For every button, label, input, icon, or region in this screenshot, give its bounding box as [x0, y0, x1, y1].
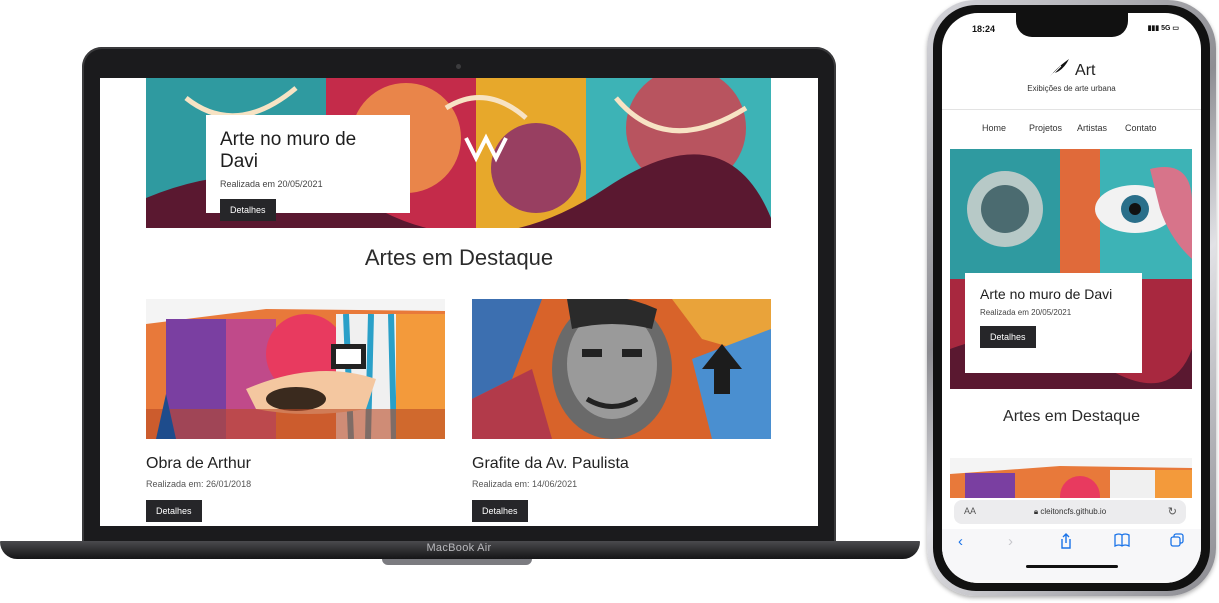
brand-title: Art — [1075, 62, 1096, 79]
phone-hero-banner: Arte no muro de Davi Realizada em 20/05/… — [950, 149, 1192, 389]
reload-icon[interactable]: ↻ — [1168, 505, 1177, 518]
card-title: Grafite da Av. Paulista — [472, 455, 629, 472]
status-time: 18:24 — [972, 24, 996, 34]
battery-icon: ▭ — [1172, 25, 1179, 32]
browser-toolbar: ‹ › — [942, 529, 1201, 583]
home-indicator — [1026, 565, 1118, 568]
bookmarks-icon[interactable] — [1114, 533, 1130, 551]
back-icon[interactable]: ‹ — [958, 533, 963, 550]
phone-card-image[interactable] — [950, 458, 1192, 498]
site-brand[interactable]: Art Exibições de arte urbana — [942, 57, 1201, 93]
card-image-arthur[interactable] — [146, 299, 445, 439]
share-icon[interactable] — [1059, 533, 1073, 553]
nav-contato[interactable]: Contato — [1125, 123, 1157, 133]
card-image-paulista[interactable] — [472, 299, 771, 439]
hero-banner: Arte no muro de Davi Realizada em 20/05/… — [146, 78, 771, 228]
camera-icon — [456, 64, 461, 69]
nav-artistas[interactable]: Artistas — [1077, 123, 1107, 133]
phone-hero-title: Arte no muro de Davi — [980, 286, 1113, 302]
card-title: Obra de Arthur — [146, 455, 251, 472]
divider — [942, 109, 1201, 110]
lock-icon: 🔒︎ — [1033, 507, 1039, 516]
feather-icon — [1047, 59, 1075, 79]
phone-hero-card: Arte no muro de Davi Realizada em 20/05/… — [965, 273, 1142, 373]
phone-hero-details-button[interactable]: Detalhes — [980, 326, 1036, 348]
signal-icon: ▮▮▮ — [1147, 25, 1160, 32]
card-date: Realizada em: 26/01/2018 — [146, 479, 252, 489]
url-text: cleitoncfs.github.io — [1040, 507, 1107, 516]
card-details-button[interactable]: Detalhes — [146, 500, 202, 522]
forward-icon[interactable]: › — [1008, 533, 1013, 550]
hero-title: Arte no muro de Davi — [220, 129, 357, 172]
card-details-button[interactable]: Detalhes — [472, 500, 528, 522]
brand-subtitle: Exibições de arte urbana — [1027, 84, 1116, 93]
network-type: 5G — [1161, 25, 1171, 32]
hero-details-button[interactable]: Detalhes — [220, 199, 276, 221]
nav-projetos[interactable]: Projetos — [1029, 123, 1062, 133]
laptop-hinge-notch — [382, 559, 532, 565]
tabs-icon[interactable] — [1170, 533, 1184, 551]
browser-url-bar[interactable]: AA 🔒︎ cleitoncfs.github.io ↻ — [954, 500, 1186, 524]
card-date: Realizada em: 14/06/2021 — [472, 479, 578, 489]
phone-screen: 18:24 ▮▮▮ 5G ▭ Art Exibições de arte urb… — [942, 13, 1201, 583]
phone-hero-date: Realizada em 20/05/2021 — [980, 308, 1072, 317]
laptop-screen: Arte no muro de Davi Realizada em 20/05/… — [100, 78, 818, 526]
nav-home[interactable]: Home — [982, 123, 1006, 133]
hero-card: Arte no muro de Davi Realizada em 20/05/… — [206, 115, 410, 221]
laptop-brand-label: MacBook Air — [426, 542, 492, 554]
status-indicators: ▮▮▮ 5G ▭ — [1148, 24, 1179, 32]
section-title: Artes em Destaque — [364, 245, 554, 270]
phone-notch — [1016, 13, 1128, 37]
laptop-chin — [84, 526, 834, 541]
hero-date: Realizada em 20/05/2021 — [220, 179, 323, 189]
phone-section-title: Artes em Destaque — [1003, 408, 1140, 425]
